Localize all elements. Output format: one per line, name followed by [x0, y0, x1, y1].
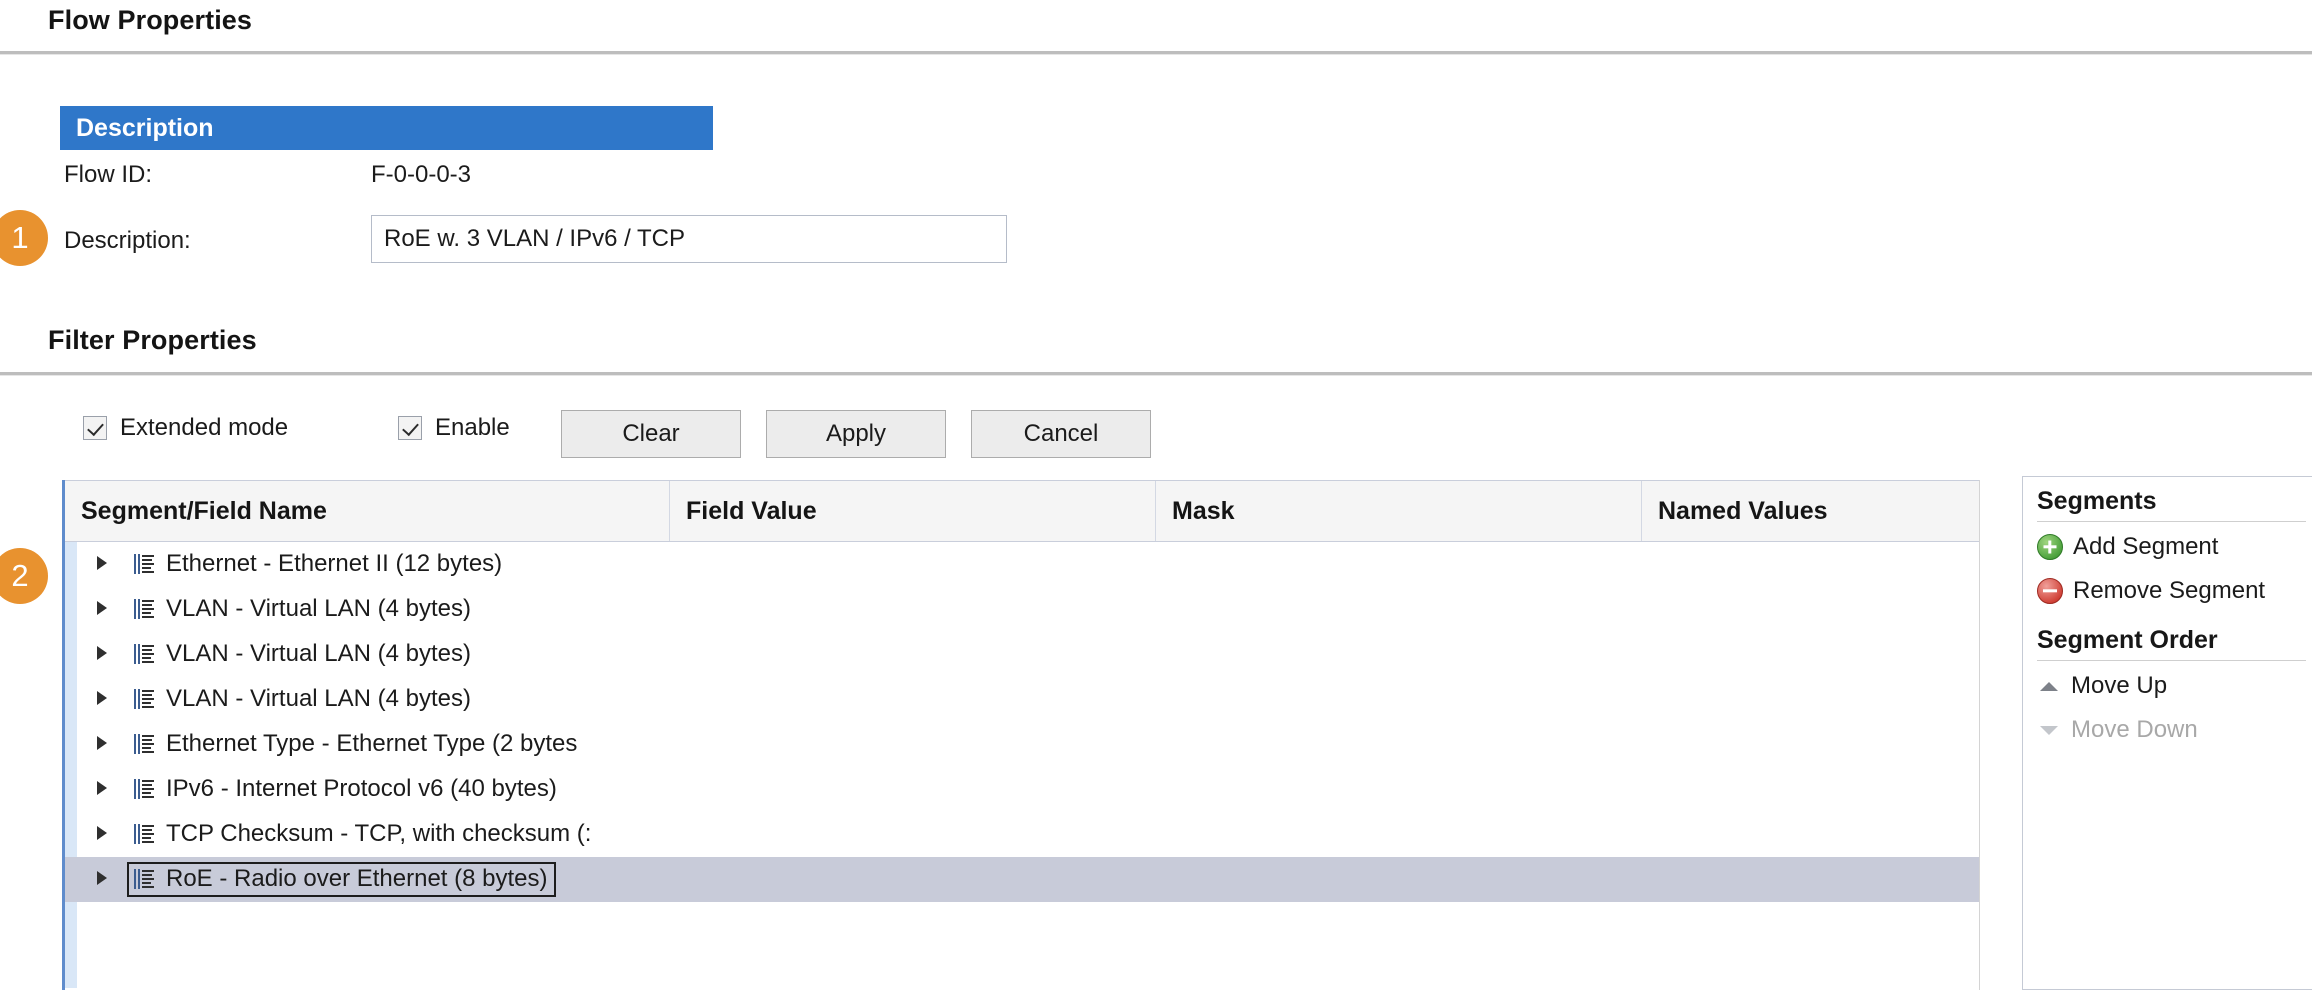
- segment-name: VLAN - Virtual LAN (4 bytes): [166, 640, 472, 667]
- row-label-wrap: RoE - Radio over Ethernet (8 bytes): [127, 862, 556, 897]
- move-down-label: Move Down: [2071, 716, 2198, 743]
- column-header-mask[interactable]: Mask: [1156, 481, 1642, 541]
- callout-badge-2: 2: [0, 548, 48, 604]
- row-label-wrap: VLAN - Virtual LAN (4 bytes): [127, 637, 479, 672]
- add-segment-action[interactable]: Add Segment: [2037, 528, 2312, 566]
- arrow-up-icon: [2037, 674, 2061, 698]
- cancel-button[interactable]: Cancel: [971, 410, 1151, 458]
- grid-vertical-scrollbar[interactable]: [1979, 480, 1997, 990]
- table-row[interactable]: Ethernet - Ethernet II (12 bytes): [65, 542, 1997, 587]
- page-title-flow-properties: Flow Properties: [48, 5, 253, 35]
- table-row[interactable]: IPv6 - Internet Protocol v6 (40 bytes): [65, 767, 1997, 812]
- segment-name: Ethernet - Ethernet II (12 bytes): [166, 550, 503, 577]
- flow-id-value: F-0-0-0-3: [371, 161, 472, 188]
- move-up-action[interactable]: Move Up: [2037, 667, 2312, 705]
- enable-label: Enable: [435, 414, 510, 441]
- segment-list-icon: [134, 599, 154, 619]
- row-label-wrap: Ethernet Type - Ethernet Type (2 bytes: [127, 727, 585, 762]
- remove-circle-icon: [2037, 578, 2063, 604]
- panel-spacer: [2037, 610, 2312, 626]
- segment-order-group-title: Segment Order: [2037, 626, 2306, 661]
- add-circle-icon: [2037, 534, 2063, 560]
- apply-button[interactable]: Apply: [766, 410, 946, 458]
- page-title-filter-properties: Filter Properties: [48, 325, 257, 355]
- row-label-wrap: IPv6 - Internet Protocol v6 (40 bytes): [127, 772, 565, 807]
- enable-checkbox[interactable]: [398, 416, 422, 440]
- segment-field-grid: Segment/Field Name Field Value Mask Name…: [62, 480, 1997, 990]
- segment-list-icon: [134, 869, 154, 889]
- row-label-wrap: TCP Checksum - TCP, with checksum (:: [127, 817, 599, 852]
- expand-chevron-icon[interactable]: [83, 542, 127, 587]
- flow-id-label: Flow ID:: [64, 161, 153, 188]
- segments-group-title: Segments: [2037, 487, 2306, 522]
- move-up-label: Move Up: [2071, 672, 2168, 699]
- extended-mode-checkbox-row[interactable]: Extended mode: [83, 414, 288, 442]
- segments-side-panel: Segments Add Segment Remove Segment Segm…: [2022, 476, 2312, 990]
- segment-list-icon: [134, 824, 154, 844]
- segment-name: TCP Checksum - TCP, with checksum (:: [166, 820, 592, 847]
- segment-name: VLAN - Virtual LAN (4 bytes): [166, 595, 472, 622]
- row-label-wrap: VLAN - Virtual LAN (4 bytes): [127, 592, 479, 627]
- move-down-action: Move Down: [2037, 711, 2312, 749]
- expand-chevron-icon[interactable]: [83, 677, 127, 722]
- flow-properties-divider: [0, 51, 2312, 55]
- segment-name: RoE - Radio over Ethernet (8 bytes): [166, 865, 548, 892]
- table-row-selected[interactable]: RoE - Radio over Ethernet (8 bytes): [65, 857, 1997, 902]
- remove-segment-label: Remove Segment: [2073, 577, 2266, 604]
- segment-name: Ethernet Type - Ethernet Type (2 bytes: [166, 730, 578, 757]
- expand-chevron-icon[interactable]: [83, 587, 127, 632]
- expand-chevron-icon[interactable]: [83, 722, 127, 767]
- expand-chevron-icon[interactable]: [83, 812, 127, 857]
- expand-chevron-icon[interactable]: [83, 857, 127, 902]
- remove-segment-action[interactable]: Remove Segment: [2037, 572, 2312, 610]
- grid-body: Ethernet - Ethernet II (12 bytes) VLAN -…: [65, 542, 1997, 988]
- table-row[interactable]: TCP Checksum - TCP, with checksum (:: [65, 812, 1997, 857]
- arrow-down-icon: [2037, 718, 2061, 742]
- segment-list-icon: [134, 554, 154, 574]
- description-group-header: Description: [60, 106, 713, 150]
- segment-list-icon: [134, 734, 154, 754]
- callout-badge-1: 1: [0, 210, 48, 266]
- grid-header-row: Segment/Field Name Field Value Mask Name…: [65, 480, 1997, 542]
- extended-mode-checkbox[interactable]: [83, 416, 107, 440]
- description-label: Description:: [64, 227, 191, 254]
- table-row[interactable]: Ethernet Type - Ethernet Type (2 bytes: [65, 722, 1997, 767]
- add-segment-label: Add Segment: [2073, 533, 2219, 560]
- column-header-field-value[interactable]: Field Value: [670, 481, 1156, 541]
- table-row[interactable]: VLAN - Virtual LAN (4 bytes): [65, 587, 1997, 632]
- row-label-wrap: Ethernet - Ethernet II (12 bytes): [127, 547, 510, 582]
- enable-checkbox-row[interactable]: Enable: [398, 414, 510, 442]
- segment-name: VLAN - Virtual LAN (4 bytes): [166, 685, 472, 712]
- segment-name: IPv6 - Internet Protocol v6 (40 bytes): [166, 775, 557, 802]
- row-label-wrap: VLAN - Virtual LAN (4 bytes): [127, 682, 479, 717]
- filter-properties-divider: [0, 372, 2312, 376]
- column-header-segment-field-name[interactable]: Segment/Field Name: [65, 481, 670, 541]
- extended-mode-label: Extended mode: [120, 414, 289, 441]
- expand-chevron-icon[interactable]: [83, 767, 127, 812]
- table-row[interactable]: VLAN - Virtual LAN (4 bytes): [65, 632, 1997, 677]
- segment-list-icon: [134, 689, 154, 709]
- table-row[interactable]: VLAN - Virtual LAN (4 bytes): [65, 677, 1997, 722]
- column-header-named-values[interactable]: Named Values: [1642, 481, 1983, 541]
- clear-button[interactable]: Clear: [561, 410, 741, 458]
- description-input[interactable]: [371, 215, 1007, 263]
- segment-list-icon: [134, 779, 154, 799]
- expand-chevron-icon[interactable]: [83, 632, 127, 677]
- segment-list-icon: [134, 644, 154, 664]
